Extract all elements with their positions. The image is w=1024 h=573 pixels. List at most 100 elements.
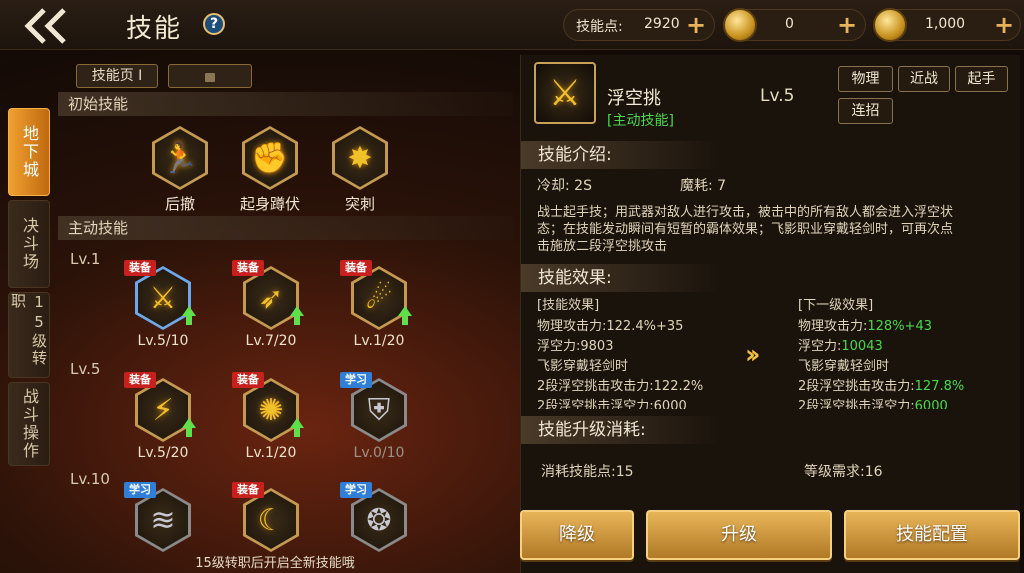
- tab-combat-controls[interactable]: 战斗操作: [8, 382, 50, 466]
- current-effect-list: [技能效果] 物理攻击力:122.4%+35 浮空力:9803 飞影穿戴轻剑时 …: [537, 297, 737, 409]
- page-title: 技能: [126, 14, 183, 44]
- help-icon[interactable]: ?: [203, 13, 225, 35]
- next-effect-line: 飞影穿戴轻剑时: [798, 359, 890, 374]
- cost-skill-points: 消耗技能点:15: [541, 464, 634, 480]
- gold-value: 0: [785, 16, 794, 32]
- selected-skill-icon: ⚔: [534, 62, 596, 124]
- skill-spin-strike[interactable]: 装备 ➶ Lv.7/20: [232, 260, 306, 355]
- upgrade-arrow-icon: [398, 306, 412, 325]
- next-effect-line: 浮空力:10043: [798, 339, 883, 354]
- skill-thrust[interactable]: ✸ 突刺: [325, 120, 395, 215]
- thrust-icon: ✸: [347, 140, 373, 176]
- active-skills-header: 主动技能: [58, 216, 513, 240]
- whirl-icon: ✺: [258, 392, 284, 428]
- selected-skill-name: 浮空挑: [607, 88, 661, 109]
- current-effect-line: 飞影穿戴轻剑时: [537, 359, 629, 374]
- level-label: Lv.5: [70, 360, 101, 378]
- skill-shield-guard[interactable]: 学习 ⛨ Lv.0/10: [340, 372, 414, 467]
- skill-name: 突刺: [344, 195, 375, 213]
- upgrade-cost-header: 技能升级消耗:: [521, 416, 721, 444]
- skill-retreat[interactable]: 🏃 后撤: [145, 120, 215, 215]
- selected-skill-type: [主动技能]: [607, 113, 674, 129]
- equip-tag: 装备: [232, 260, 264, 276]
- rising-slash-icon: ⚔: [149, 280, 177, 316]
- level-label: Lv.1: [70, 250, 101, 268]
- skill-level: Lv.5/20: [137, 445, 189, 461]
- tab-job-change[interactable]: 15级转职: [8, 292, 50, 378]
- keyword-badge: 近战: [898, 66, 950, 92]
- description-line: 击施放二段浮空挑攻击: [537, 239, 668, 254]
- next-effect-line: 2段浮空挑击攻击力:127.8%: [798, 379, 965, 394]
- current-effect-line: 物理攻击力:122.4%+35: [537, 319, 684, 334]
- keyword-badge: 物理: [838, 66, 893, 92]
- back-icon[interactable]: [22, 6, 82, 46]
- skill-points-display: 技能点: 2920 +: [563, 9, 715, 41]
- intro-header: 技能介绍:: [521, 141, 721, 169]
- bound-gold-value: 1,000: [925, 16, 966, 32]
- skill-page-2-locked-button[interactable]: [168, 64, 252, 88]
- cost-level-requirement: 等级需求:16: [804, 464, 883, 480]
- skill-level: Lv.7/20: [245, 333, 297, 349]
- learn-tag: 学习: [124, 482, 156, 498]
- skill-level: Lv.5/10: [137, 333, 189, 349]
- add-gold-icon[interactable]: +: [837, 13, 857, 37]
- skill-ground-smash[interactable]: 装备 ⚡ Lv.5/20: [124, 372, 198, 467]
- add-bound-gold-icon[interactable]: +: [994, 13, 1014, 37]
- current-effect-line: 2段浮空挑击浮空力:6000: [537, 399, 687, 409]
- skill-name: 起身蹲伏: [239, 195, 300, 213]
- equip-tag: 装备: [124, 372, 156, 388]
- skill-screen: 技能 ? 技能点: 2920 + 0 + 1,000 + 地下城 决斗场 15级…: [0, 0, 1024, 573]
- bound-coin-icon: [873, 8, 907, 42]
- top-bar: 技能 ? 技能点: 2920 + 0 + 1,000 +: [0, 0, 1024, 50]
- learn-tag: 学习: [340, 372, 372, 388]
- tab-dungeon[interactable]: 地下城: [8, 108, 50, 196]
- crescent-wave-icon: ☾: [257, 502, 285, 538]
- effect-header: 技能效果:: [521, 264, 721, 292]
- upgrade-arrow-icon: [290, 418, 304, 437]
- skill-page-1-button[interactable]: 技能页 I: [76, 64, 158, 88]
- dash-slash-icon: ☄: [365, 280, 393, 316]
- skill-name: 后撤: [164, 195, 195, 213]
- skill-crouch[interactable]: ✊ 起身蹲伏: [235, 120, 305, 215]
- skill-whirl[interactable]: 装备 ✺ Lv.1/20: [232, 372, 306, 467]
- keyword-badge: 起手: [955, 66, 1008, 92]
- current-effect-header: [技能效果]: [537, 298, 600, 313]
- left-tabs: 地下城 决斗场 15级转职 战斗操作: [8, 108, 50, 470]
- add-skill-points-icon[interactable]: +: [686, 13, 706, 37]
- equip-tag: 装备: [232, 372, 264, 388]
- skill-points-value: 2920: [644, 16, 680, 32]
- next-effect-list: [下一级效果] 物理攻击力:128%+43 浮空力:10043 飞影穿戴轻剑时 …: [798, 297, 1008, 409]
- double-chevron-right-icon: ››: [745, 340, 761, 370]
- upgrade-arrow-icon: [182, 306, 196, 325]
- keyword-badge: 连招: [838, 98, 893, 124]
- tab-arena[interactable]: 决斗场: [8, 200, 50, 288]
- learn-tag: 学习: [340, 482, 372, 498]
- level-label: Lv.10: [70, 470, 110, 488]
- spin-strike-icon: ➶: [258, 280, 284, 316]
- equip-tag: 装备: [124, 260, 156, 276]
- skill-rising-slash[interactable]: 装备 ⚔ Lv.5/10: [124, 260, 198, 355]
- upgrade-button[interactable]: 升级: [646, 510, 832, 560]
- mana-cost-text: 魔耗: 7: [680, 178, 727, 194]
- next-effect-line: 2段浮空挑击浮空力:6000: [798, 399, 948, 409]
- upgrade-arrow-icon: [182, 418, 196, 437]
- gold-coin-icon: [723, 8, 757, 42]
- downgrade-button[interactable]: 降级: [520, 510, 634, 560]
- wind-blade-icon: ≋: [150, 502, 176, 538]
- shield-icon: ⛨: [367, 392, 391, 428]
- skill-dash-slash[interactable]: 装备 ☄ Lv.1/20: [340, 260, 414, 355]
- footer-note: 15级转职后开启全新技能哦: [195, 556, 355, 571]
- equip-tag: 装备: [232, 482, 264, 498]
- next-effect-line: 物理攻击力:128%+43: [798, 319, 932, 334]
- gold-display: 0 +: [723, 8, 866, 42]
- equip-tag: 装备: [340, 260, 372, 276]
- upgrade-arrow-icon: [290, 306, 304, 325]
- skill-config-button[interactable]: 技能配置: [844, 510, 1020, 560]
- rising-slash-icon: ⚔: [548, 72, 582, 114]
- initial-skills-header: 初始技能: [58, 92, 513, 116]
- ground-smash-icon: ⚡: [152, 392, 174, 428]
- skill-level: Lv.0/10: [353, 445, 405, 461]
- description-line: 战士起手技；用武器对敌人进行攻击，被击中的所有敌人都会进入浮空状: [537, 205, 954, 220]
- wolf-icon: ❂: [366, 502, 392, 538]
- bound-gold-display: 1,000 +: [873, 8, 1021, 42]
